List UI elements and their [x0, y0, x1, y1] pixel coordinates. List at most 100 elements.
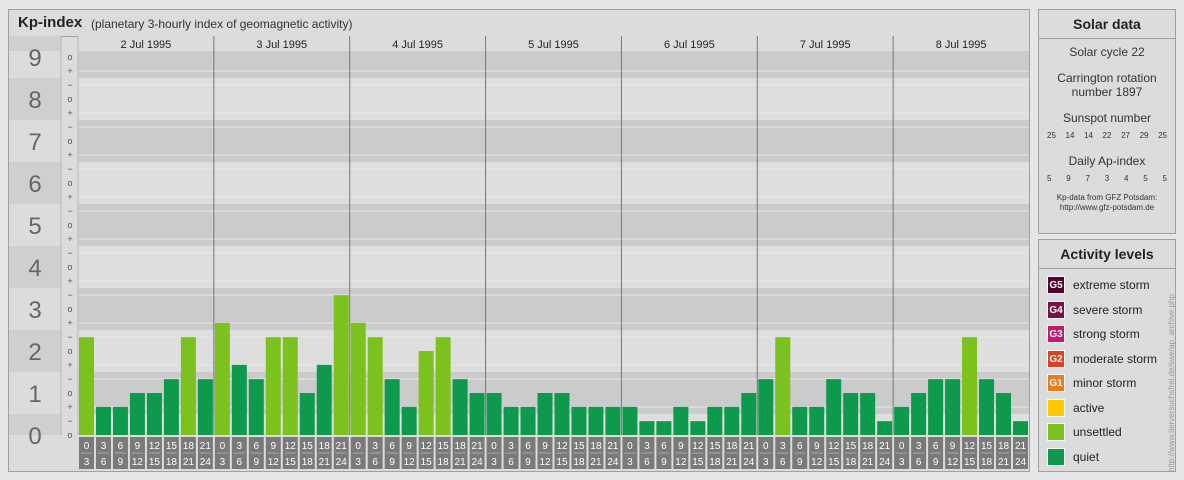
sunspot-value: 29: [1139, 131, 1149, 140]
hour-end-label: 9: [254, 457, 260, 468]
hour-start-label: 9: [678, 441, 684, 452]
hour-end-label: 18: [166, 457, 178, 468]
hour-start-label: 21: [200, 441, 212, 452]
hour-end-label: 6: [101, 457, 107, 468]
y-submark: +: [67, 66, 72, 76]
kp-bar: [95, 406, 111, 435]
hour-start-label: 0: [84, 441, 90, 452]
kp-bar: [588, 406, 604, 435]
hour-end-label: 6: [372, 457, 378, 468]
ap-index-value: 3: [1104, 174, 1110, 183]
kp-bar: [758, 379, 774, 435]
hour-start-label: 6: [389, 441, 395, 452]
hour-end-label: 9: [389, 457, 395, 468]
kp-bar: [741, 393, 757, 435]
hour-start-label: 6: [254, 441, 260, 452]
plot-band: [78, 162, 1029, 204]
kp-bar: [197, 379, 213, 435]
day-label: 5 Jul 1995: [528, 39, 579, 51]
y-tick-label: 6: [28, 171, 41, 198]
y-submark: −: [67, 206, 72, 216]
hour-start-label: 21: [472, 441, 484, 452]
y-submark: −: [67, 122, 72, 132]
y-tick-label: 5: [28, 213, 41, 240]
legend-swatch: [1047, 447, 1065, 466]
kp-bar: [231, 364, 247, 435]
kp-credit-line2: http://www.gfz-potsdam.de: [1059, 203, 1155, 212]
hour-start-label: 18: [590, 441, 602, 452]
y-submark: o: [67, 304, 72, 314]
kp-bar: [673, 406, 689, 435]
chart-title-bar: Kp-index (planetary 3-hourly index of ge…: [9, 10, 1029, 37]
kp-bar: [962, 337, 978, 435]
hour-end-label: 24: [336, 457, 348, 468]
hour-start-label: 3: [780, 441, 786, 452]
legend-item: quiet: [1047, 447, 1100, 466]
hour-end-label: 12: [268, 457, 280, 468]
kp-bar: [248, 379, 264, 435]
hour-end-label: 21: [319, 457, 331, 468]
hour-end-label: 3: [899, 457, 905, 468]
hour-start-label: 6: [933, 441, 939, 452]
ap-index-values: 5 9 7 3 4 5 5: [1039, 174, 1175, 183]
sunspot-value: 25: [1158, 131, 1167, 140]
hour-end-label: 21: [726, 457, 738, 468]
plot-band: [78, 204, 1029, 246]
kp-bar: [350, 322, 366, 435]
hour-end-label: 15: [692, 457, 704, 468]
hour-start-label: 21: [743, 441, 755, 452]
kp-bar: [367, 337, 383, 435]
hour-end-label: 3: [220, 457, 226, 468]
hour-start-label: 15: [709, 441, 721, 452]
y-submark: o: [67, 346, 72, 356]
y-submark: +: [67, 192, 72, 202]
hour-start-label: 0: [220, 441, 226, 452]
legend-item: unsettled: [1047, 423, 1122, 441]
kp-bar: [299, 393, 315, 435]
sunspot-label: Sunspot number: [1062, 111, 1152, 125]
ap-index-value: 7: [1085, 174, 1090, 183]
hour-start-label: 15: [302, 441, 314, 452]
kp-bar: [724, 406, 740, 435]
legend-label: quiet: [1073, 449, 1100, 464]
kp-chart-panel: Kp-index (planetary 3-hourly index of ge…: [8, 9, 1030, 472]
hour-end-label: 6: [916, 457, 922, 468]
kp-bar: [894, 406, 910, 435]
plot-band: [78, 246, 1029, 288]
kp-bar: [775, 337, 791, 435]
hour-start-label: 21: [879, 441, 891, 452]
hour-start-label: 15: [166, 441, 178, 452]
hour-start-label: 0: [355, 441, 361, 452]
kp-credit-line1: Kp-data from GFZ Potsdam:: [1056, 193, 1158, 202]
legend-swatch: [1047, 398, 1065, 417]
activity-levels-title: Activity levels: [1039, 240, 1175, 269]
kp-bar: [690, 421, 706, 435]
hour-end-label: 21: [998, 457, 1010, 468]
legend-item: G1 minor storm: [1047, 374, 1136, 392]
hour-start-label: 21: [336, 441, 348, 452]
y-submark: +: [67, 318, 72, 328]
hour-end-label: 9: [933, 457, 939, 468]
hour-start-label: 15: [438, 441, 450, 452]
kp-bar: [554, 393, 570, 435]
hour-start-label: 6: [118, 441, 124, 452]
hour-start-label: 9: [814, 441, 820, 452]
sunspot-value: 14: [1065, 131, 1075, 140]
hour-end-label: 6: [780, 457, 786, 468]
legend-swatch: G1: [1047, 374, 1065, 392]
hour-start-label: 15: [845, 441, 857, 452]
sunspot-value: 27: [1121, 131, 1130, 140]
hour-start-label: 15: [573, 441, 585, 452]
legend-label: severe storm: [1073, 302, 1143, 317]
ap-index-value: 9: [1066, 174, 1071, 183]
legend-label: strong storm: [1073, 327, 1140, 341]
ap-index-value: 5: [1162, 174, 1167, 183]
y-submark: +: [67, 108, 72, 118]
legend-item: G5 extreme storm: [1047, 276, 1150, 294]
hour-end-label: 15: [421, 457, 433, 468]
hour-start-label: 9: [950, 441, 956, 452]
hour-start-label: 21: [607, 441, 619, 452]
hour-start-label: 12: [692, 441, 704, 452]
hour-start-label: 0: [627, 441, 633, 452]
sunspot-values: 25 14 14 22 27 29 25: [1039, 131, 1175, 140]
